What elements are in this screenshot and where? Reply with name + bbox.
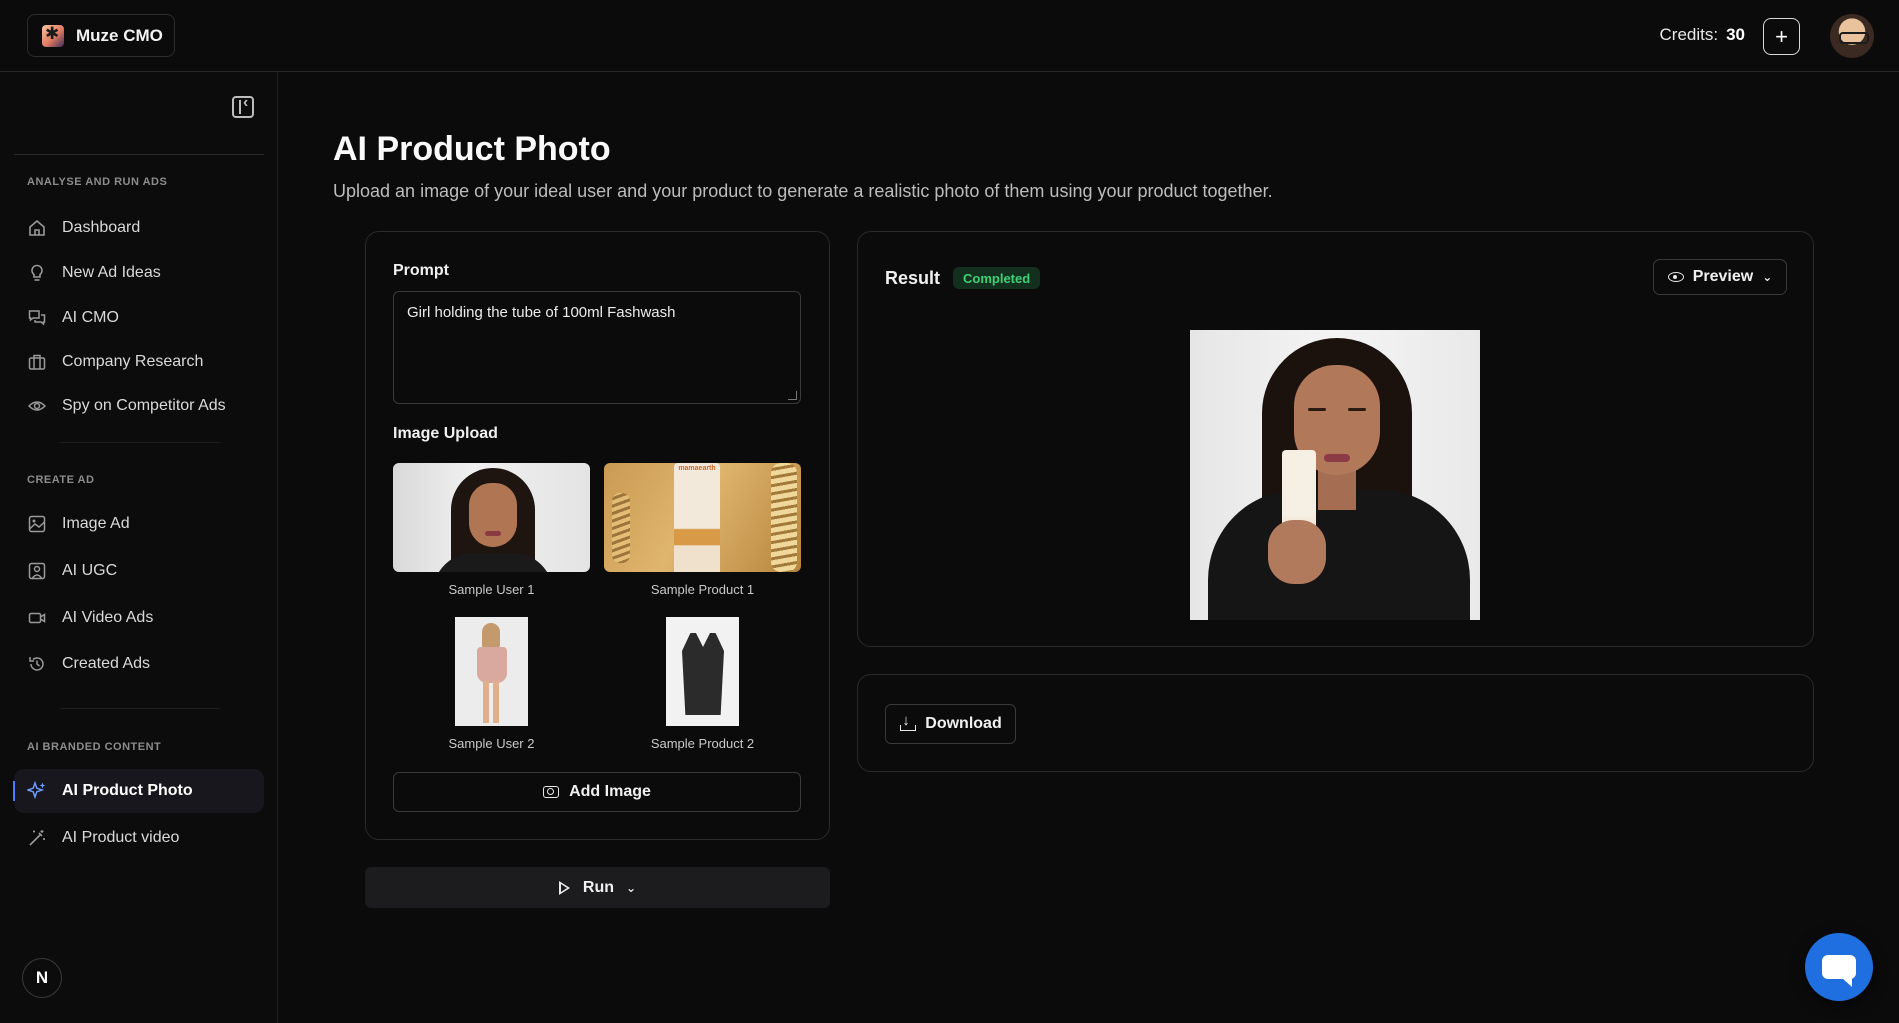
sidebar-item-label: Company Research [62,353,204,370]
add-image-button[interactable]: Add Image [393,772,801,812]
eye-icon [1667,272,1684,282]
download-label: Download [925,715,1002,732]
sidebar-item-label: AI Video Ads [62,609,154,626]
download-icon [899,712,917,732]
sidebar-divider [60,708,220,709]
run-button[interactable]: Run ⌄ [365,867,830,908]
prompt-text: Girl holding the tube of 100ml Fashwash [407,304,676,321]
sidebar-item-label: Spy on Competitor Ads [62,397,226,414]
sample-caption: Sample User 1 [448,582,535,597]
sidebar-item-label: Dashboard [62,219,141,236]
status-badge: Completed [953,267,1041,289]
chat-support-button[interactable] [1805,933,1873,1001]
page-title: AI Product Photo [333,130,611,168]
sidebar-item-spy-competitor-ads[interactable]: Spy on Competitor Ads [14,384,264,428]
add-credits-button[interactable]: + [1763,18,1800,55]
section-label-analyse: ANALYSE AND RUN ADS [27,176,168,188]
chevron-down-icon[interactable]: ⌄ [626,881,636,895]
sidebar-item-ai-video-ads[interactable]: AI Video Ads [14,596,264,640]
credits-value: 30 [1726,25,1745,44]
result-card: Result Completed Preview ⌄ [857,231,1814,647]
sample-caption: Sample User 2 [448,736,535,751]
section-label-branded-content: AI BRANDED CONTENT [27,741,162,753]
sidebar-item-label: AI Product Photo [62,782,193,799]
sample-product-2[interactable]: Sample Product 2 [604,617,801,751]
user-square-icon [27,561,47,581]
sidebar-item-label: AI Product video [62,829,180,846]
sidebar-item-label: New Ad Ideas [62,264,161,281]
sidebar-item-ai-product-photo[interactable]: AI Product Photo [13,769,264,813]
sample-user-1[interactable]: Sample User 1 [393,463,590,597]
result-label: Result [885,268,941,288]
section-label-create-ad: CREATE AD [27,474,95,486]
product-brand-text: mamaearth [678,465,716,472]
home-icon [27,218,47,238]
building-icon [27,352,47,372]
sidebar: ANALYSE AND RUN ADS Dashboard New Ad Ide… [0,72,278,1023]
magic-wand-icon [27,828,47,848]
chevron-down-icon: ⌄ [1762,270,1773,284]
sidebar-item-label: Created Ads [62,655,151,672]
sparkles-icon [27,781,47,801]
sidebar-item-label: AI UGC [62,562,118,579]
sample-product-1[interactable]: mamaearth Sample Product 1 [604,463,801,597]
credits-display: Credits: 30 [1660,25,1746,45]
brand-logo-icon [42,24,64,47]
download-button[interactable]: Download [885,704,1016,744]
brand-name: Muze CMO [76,25,163,45]
sample-user-2-image[interactable] [455,617,528,726]
top-bar: Muze CMO Credits: 30 + [0,0,1899,72]
sidebar-item-new-ad-ideas[interactable]: New Ad Ideas [14,251,264,295]
image-upload-label: Image Upload [393,425,498,442]
result-image[interactable] [1190,330,1480,620]
prompt-label: Prompt [393,262,449,279]
image-icon [27,514,47,534]
lightbulb-icon [27,263,47,283]
page-subtitle: Upload an image of your ideal user and y… [333,181,1273,201]
sidebar-divider [60,442,220,443]
workspace-switcher[interactable]: Muze CMO [27,14,175,57]
chat-icon [1822,955,1856,987]
run-label: Run [582,878,615,896]
input-card: Prompt Girl holding the tube of 100ml Fa… [365,231,830,840]
sidebar-item-ai-product-video[interactable]: AI Product video [14,816,264,860]
sidebar-divider [14,154,264,155]
sidebar-item-dashboard[interactable]: Dashboard [14,206,264,250]
sidebar-collapse-icon[interactable] [232,94,254,118]
credits-label: Credits: [1659,25,1719,44]
sidebar-item-label: AI CMO [62,309,119,326]
eye-icon [27,396,47,416]
preview-dropdown[interactable]: Preview ⌄ [1653,259,1787,295]
preview-label: Preview [1692,268,1754,285]
user-avatar[interactable] [1830,14,1874,58]
chat-bubbles-icon [27,308,47,328]
video-camera-icon [27,608,47,628]
history-icon [27,654,47,674]
plus-icon: + [1775,23,1788,49]
sample-caption: Sample Product 2 [650,736,755,751]
sample-user-2[interactable]: Sample User 2 [393,617,590,751]
sidebar-item-ai-cmo[interactable]: AI CMO [14,296,264,340]
sidebar-item-image-ad[interactable]: Image Ad [14,502,264,546]
sidebar-item-label: Image Ad [62,515,130,532]
sample-caption: Sample Product 1 [650,582,755,597]
sidebar-item-company-research[interactable]: Company Research [14,340,264,384]
add-image-label: Add Image [569,783,651,800]
sidebar-item-ai-ugc[interactable]: AI UGC [14,549,264,593]
workspace-badge[interactable]: N [22,958,62,998]
download-card: Download [857,674,1814,772]
camera-icon [543,786,560,798]
sample-product-2-image[interactable] [666,617,739,726]
sample-user-1-image[interactable] [393,463,590,572]
sidebar-item-created-ads[interactable]: Created Ads [14,642,264,686]
prompt-textarea[interactable]: Girl holding the tube of 100ml Fashwash [393,291,801,404]
sample-product-1-image[interactable]: mamaearth [604,463,801,572]
